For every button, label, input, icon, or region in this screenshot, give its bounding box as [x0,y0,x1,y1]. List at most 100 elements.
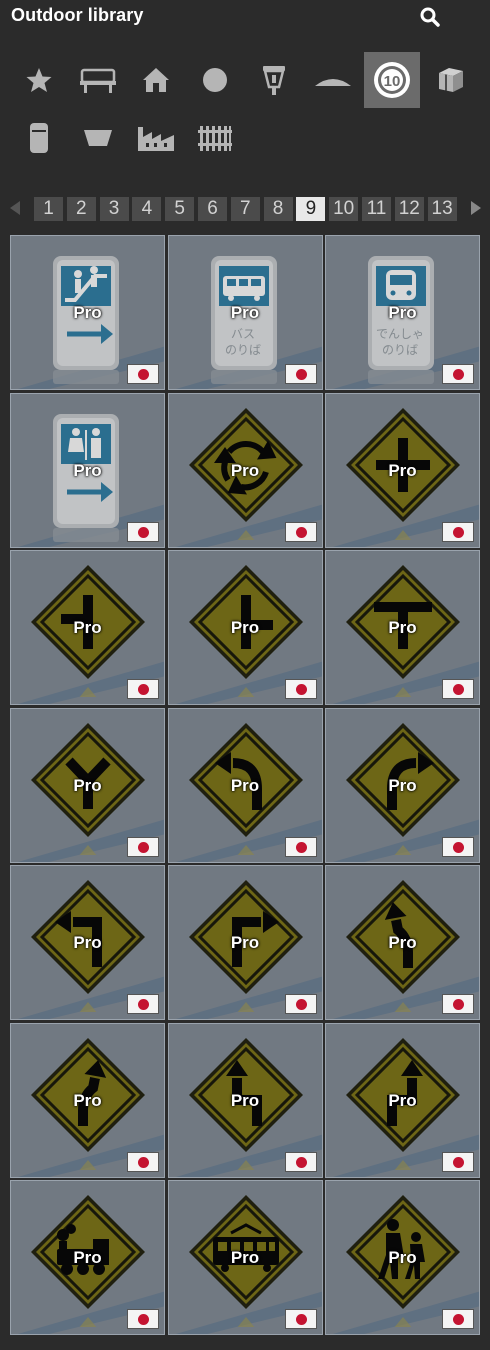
category-crate[interactable] [423,52,479,108]
fence-icon [197,123,233,153]
japan-flag-icon [284,1151,317,1172]
category-road-sign[interactable]: 10 [364,52,420,108]
factory-icon [136,123,176,153]
flag-sun-disc [295,1314,307,1325]
page-button-2[interactable]: 2 [66,197,96,221]
flag-sun-disc [453,369,464,380]
page-button-9[interactable]: 9 [296,197,326,221]
pro-badge: Pro [230,1248,260,1267]
library-item[interactable]: Pro [10,235,165,390]
page-button-3[interactable]: 3 [99,197,129,221]
flag-sun-disc [295,684,307,695]
pro-badge: Pro [388,933,417,952]
category-mound[interactable] [305,52,361,108]
page-button-5[interactable]: 5 [165,197,195,221]
japan-flag-icon [442,364,474,384]
library-item[interactable]: Pro [167,1022,323,1178]
japan-flag-icon [127,1309,159,1329]
pro-badge: Pro [230,460,260,480]
japan-flag-icon [442,521,474,542]
star-icon [24,65,54,95]
library-item[interactable]: Pro [10,392,165,548]
flag-sun-disc [138,841,149,853]
page-button-12[interactable]: 12 [394,197,424,221]
flag-sun-disc [295,1156,307,1168]
category-fence[interactable] [187,110,243,166]
flag-sun-disc [295,841,307,853]
category-planter[interactable] [70,110,126,166]
category-bin[interactable] [11,110,67,166]
library-item[interactable]: Pro [10,1022,165,1178]
page-button-6[interactable]: 6 [198,197,227,221]
pro-badge: Pro [73,1248,102,1267]
pro-badge: Pro [73,933,102,952]
japan-flag-icon [284,836,317,857]
library-header: Outdoor library [0,0,490,34]
flag-sun-disc [138,684,149,695]
library-item[interactable]: Pro [10,1180,165,1335]
page-button-4[interactable]: 4 [132,197,162,221]
category-factory[interactable] [128,110,184,166]
library-item[interactable]: Pro [325,1022,480,1178]
japan-flag-icon [284,1309,317,1329]
flag-sun-disc [138,999,149,1010]
page-button-11[interactable]: 11 [362,197,391,221]
flag-sun-disc [453,999,464,1010]
japan-flag-icon [284,364,317,384]
search-icon[interactable] [418,5,442,29]
library-item[interactable]: Pro [167,865,323,1020]
category-bench[interactable] [70,52,126,108]
library-item[interactable]: Pro [325,1180,480,1335]
library-item[interactable]: Pro [325,865,480,1020]
house-icon [141,65,171,95]
page-button-8[interactable]: 8 [263,197,293,221]
flag-sun-disc [295,526,307,538]
japan-flag-icon [442,1151,474,1172]
planter-icon [82,127,114,149]
mound-icon [313,70,353,90]
lantern-icon [259,63,289,97]
library-item[interactable]: Pro [167,1180,323,1335]
japan-flag-icon [442,679,474,699]
sphere-icon [200,65,230,95]
category-lantern[interactable] [246,52,302,108]
pro-badge: Pro [388,775,417,795]
library-item[interactable]: Pro [10,550,165,705]
pro-badge: Pro [230,303,260,322]
flag-sun-disc [295,369,307,380]
pro-badge: Pro [73,460,102,480]
pro-badge: Pro [230,775,260,795]
pro-badge: Pro [73,303,102,322]
page-button-10[interactable]: 10 [329,197,359,221]
library-item[interactable]: バス のりば Pro [167,235,323,390]
page-button-7[interactable]: 7 [230,197,260,221]
library-item[interactable]: Pro [10,707,165,863]
chevron-left-icon[interactable] [7,198,23,218]
pro-badge: Pro [230,1090,260,1110]
library-item[interactable]: Pro [10,865,165,1020]
category-favorites[interactable] [11,52,67,108]
svg-text:10: 10 [384,73,401,90]
library-item[interactable]: でんしゃ のりば Pro [325,235,480,390]
flag-sun-disc [138,369,149,380]
flag-sun-disc [453,1314,464,1325]
japan-flag-icon [442,1309,474,1329]
bench-icon [78,65,118,95]
category-sphere[interactable] [187,52,243,108]
japan-flag-icon [127,836,159,857]
flag-sun-disc [453,526,464,538]
page-button-13[interactable]: 13 [427,197,457,221]
chevron-right-icon[interactable] [468,198,484,218]
library-item[interactable]: Pro [167,550,323,705]
pro-badge: Pro [388,1248,417,1267]
japan-flag-icon [127,679,159,699]
library-item[interactable]: Pro [325,550,480,705]
category-house[interactable] [128,52,184,108]
library-item[interactable]: Pro [325,707,480,863]
page-button-1[interactable]: 1 [34,197,63,221]
japan-flag-icon [127,1151,159,1172]
library-item[interactable]: Pro [167,392,323,548]
library-item[interactable]: Pro [167,707,323,863]
flag-sun-disc [138,1156,149,1168]
library-item[interactable]: Pro [325,392,480,548]
